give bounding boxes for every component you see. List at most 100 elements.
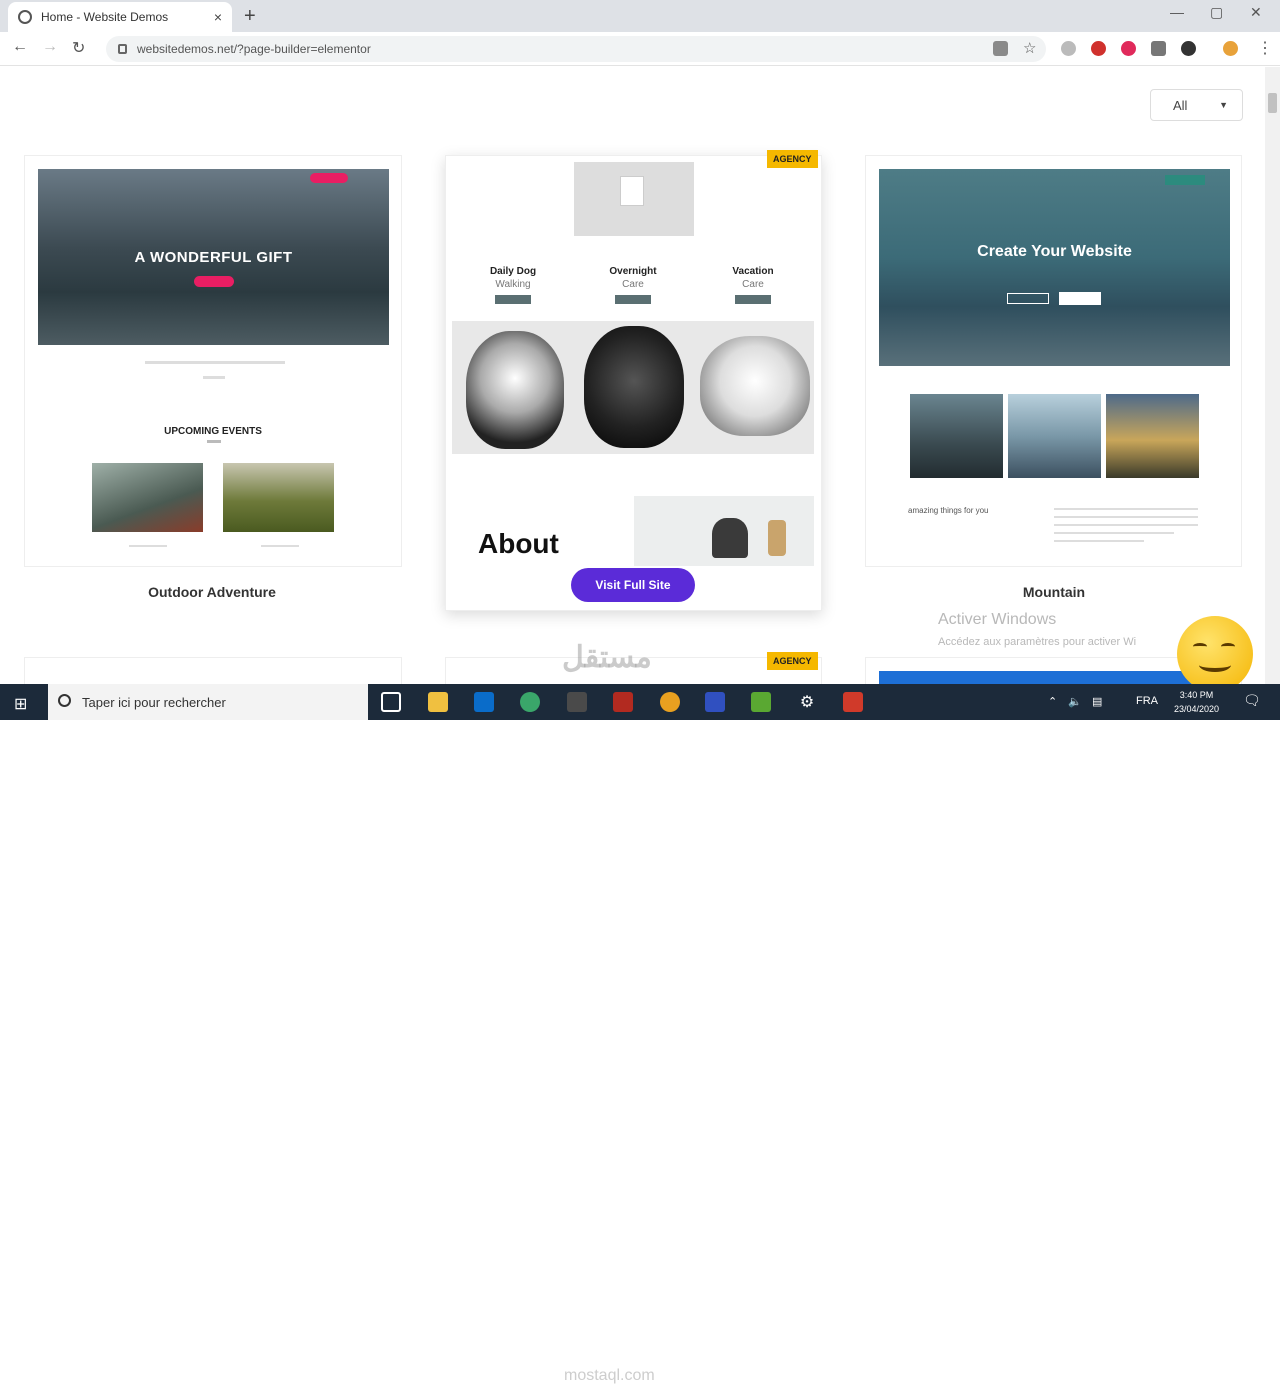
demo-card[interactable]	[24, 657, 402, 684]
hero-heading: A WONDERFUL GIFT	[134, 249, 293, 266]
event-image	[223, 463, 334, 532]
nav-button	[1165, 175, 1205, 185]
smiley-thumbs-up-icon	[1177, 616, 1253, 692]
volume-icon[interactable]: 🔈	[1068, 695, 1082, 708]
demo-card-dog-agency[interactable]: Daily Dog Walking Overnight Care Vacatio…	[445, 155, 822, 611]
watermark-arabic: مستقل	[562, 641, 652, 674]
back-arrow-icon[interactable]: ←	[12, 38, 28, 56]
hero-image	[879, 671, 1230, 684]
tab-title: Home - Website Demos	[41, 10, 169, 24]
app-icon[interactable]	[705, 692, 725, 712]
category-filter-select[interactable]: All ▼	[1150, 89, 1243, 121]
chevron-up-icon[interactable]: ⌃	[1048, 695, 1057, 708]
profile-avatar[interactable]	[1223, 41, 1238, 56]
hero-button-solid	[1059, 292, 1101, 305]
camtasia-recorder-icon[interactable]	[843, 692, 863, 712]
visit-full-site-button[interactable]: Visit Full Site	[571, 568, 695, 602]
extension-icon[interactable]	[1061, 41, 1076, 56]
taskbar-search-input[interactable]: Taper ici pour rechercher	[48, 684, 368, 720]
event-caption	[261, 545, 299, 547]
new-tab-button[interactable]: +	[244, 5, 256, 28]
extension-icon[interactable]	[1181, 41, 1196, 56]
watermark-url: mostaql.com	[564, 1367, 655, 1384]
product-image	[768, 520, 786, 556]
text-line	[1054, 532, 1174, 534]
address-bar[interactable]: websitedemos.net/?page-builder=elementor	[106, 36, 1046, 62]
forward-arrow-icon[interactable]: →	[42, 38, 58, 56]
filter-value: All	[1173, 97, 1188, 113]
person-image	[712, 518, 748, 558]
search-icon	[58, 694, 71, 707]
activate-windows-title: Activer Windows	[938, 611, 1057, 628]
page-scrollbar[interactable]	[1265, 67, 1280, 684]
gallery-image	[910, 394, 1003, 478]
close-window-button[interactable]: ✕	[1250, 4, 1262, 21]
demo-card-mountain[interactable]: Create Your Website amazing things for y…	[865, 155, 1242, 567]
minimize-button[interactable]: —	[1170, 4, 1184, 20]
eye	[1221, 643, 1235, 650]
section-title: UPCOMING EVENTS	[164, 426, 262, 437]
notifications-icon[interactable]: 🗨	[1243, 692, 1261, 709]
task-view-icon[interactable]	[381, 692, 401, 712]
mouth	[1199, 658, 1231, 672]
search-placeholder: Taper ici pour rechercher	[82, 694, 226, 710]
nav-button	[310, 173, 348, 183]
event-caption	[129, 545, 167, 547]
filezilla-icon[interactable]	[613, 692, 633, 712]
network-icon[interactable]: ▤	[1092, 695, 1102, 708]
chrome-icon[interactable]	[660, 692, 680, 712]
text-line	[145, 361, 285, 364]
event-image	[92, 463, 203, 532]
service-button	[495, 295, 531, 304]
app-icon[interactable]	[520, 692, 540, 712]
camtasia-icon[interactable]	[751, 692, 771, 712]
browser-tab[interactable]: Home - Website Demos ×	[8, 2, 232, 32]
card-title[interactable]: Mountain	[864, 584, 1244, 600]
star-icon[interactable]: ☆	[1023, 39, 1036, 57]
reload-icon[interactable]: ↻	[72, 38, 85, 58]
language-indicator[interactable]: FRA	[1136, 695, 1158, 707]
windows-taskbar: ⊞ Taper ici pour rechercher ⚙ mostaql.co…	[0, 684, 1280, 1384]
close-tab-icon[interactable]: ×	[214, 9, 222, 25]
clock-date: 23/04/2020	[1174, 704, 1220, 714]
service-button	[735, 295, 771, 304]
service-column: Vacation Care	[708, 265, 798, 304]
category-badge: AGENCY	[767, 150, 818, 168]
dog-image	[700, 336, 810, 436]
text-line	[1054, 524, 1198, 526]
hero-image: Create Your Website	[879, 169, 1230, 366]
translate-icon[interactable]	[993, 41, 1008, 56]
camera-icon[interactable]	[1151, 41, 1166, 56]
card-title[interactable]: Outdoor Adventure	[22, 584, 402, 600]
globe-icon	[18, 10, 32, 24]
clock-time: 3:40 PM	[1179, 690, 1214, 700]
text-line	[1054, 540, 1144, 542]
activate-windows-subtitle: Accédez aux paramètres pour activer Wi	[938, 636, 1137, 648]
pinterest-icon[interactable]	[1121, 41, 1136, 56]
hero-image: A WONDERFUL GIFT	[38, 169, 389, 345]
text-line	[1054, 508, 1198, 510]
eye	[1193, 643, 1207, 650]
scrollbar-thumb[interactable]	[1268, 93, 1277, 113]
page-content: All ▼ A WONDERFUL GIFT UPCOMING EVENTS O…	[0, 67, 1265, 684]
file-explorer-icon[interactable]	[428, 692, 448, 712]
lock-icon	[118, 44, 127, 54]
windows-start-icon[interactable]: ⊞	[14, 694, 27, 714]
service-column: Overnight Care	[588, 265, 678, 304]
gallery-image	[1106, 394, 1199, 478]
adblock-icon[interactable]	[1091, 41, 1106, 56]
menu-icon[interactable]: ⋮	[1257, 38, 1273, 58]
text-line	[1054, 516, 1198, 518]
maximize-button[interactable]: ▢	[1210, 4, 1223, 21]
demo-card-outdoor-adventure[interactable]: A WONDERFUL GIFT UPCOMING EVENTS	[24, 155, 402, 567]
app-icon[interactable]	[567, 692, 587, 712]
tab-strip: Home - Website Demos × + — ▢ ✕	[0, 0, 1280, 32]
store-icon[interactable]	[474, 692, 494, 712]
chevron-down-icon: ▼	[1219, 100, 1228, 110]
hero-heading: Create Your Website	[977, 243, 1132, 260]
dog-image	[466, 331, 564, 449]
taskbar-clock[interactable]: 3:40 PM 23/04/2020	[1174, 688, 1219, 716]
settings-gear-icon[interactable]: ⚙	[797, 692, 817, 712]
dog-image	[584, 326, 684, 448]
about-heading: About	[478, 528, 559, 559]
